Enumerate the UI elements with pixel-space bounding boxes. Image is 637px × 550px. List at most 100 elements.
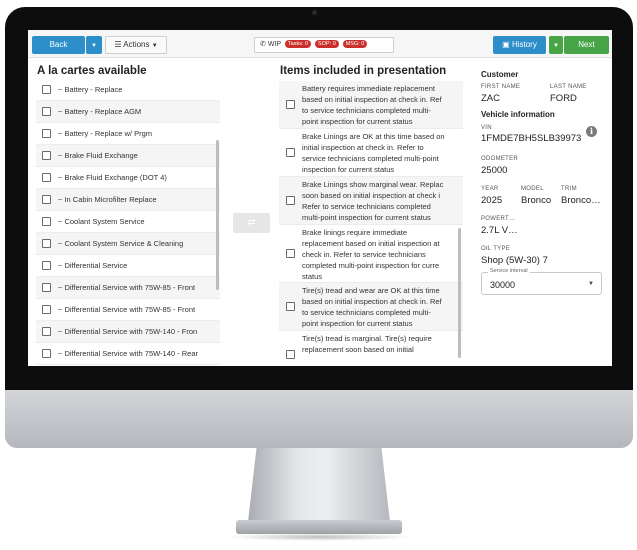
item-text-line: status — [302, 272, 323, 281]
back-dropdown-button[interactable]: ▼ — [86, 36, 102, 54]
next-button[interactable]: Next — [564, 36, 609, 54]
monitor-chin — [5, 390, 633, 448]
item-text-line: to service technicians completed multi- — [302, 106, 431, 115]
item-text-line: replacement based on initial inspection … — [302, 239, 440, 248]
monitor-stand-neck — [248, 448, 390, 522]
list-item[interactable]: ~ Battery - Replace — [36, 79, 220, 101]
back-button[interactable]: Back — [32, 36, 85, 54]
item-text-line: check in. Refer to service technicians — [302, 250, 426, 259]
list-item-label: ~ Battery - Replace AGM — [58, 107, 142, 116]
service-interval-label: Service interval — [488, 268, 530, 274]
alacarte-scrollbar[interactable] — [216, 140, 219, 290]
item-text-line: initial inspection at check in. Refer to — [302, 143, 424, 152]
model-value: Bronco — [521, 195, 552, 206]
camera-dot — [312, 10, 317, 15]
actions-button[interactable]: ☰ Actions ▼ — [105, 36, 167, 54]
checkbox[interactable] — [286, 100, 295, 109]
item-text-line: point inspection for current status — [302, 117, 413, 126]
list-item[interactable]: ~ Differential Service — [36, 255, 220, 277]
checkbox[interactable] — [42, 239, 51, 248]
phone-icon: ✆ — [260, 41, 266, 48]
odometer-label: ODOMETER — [481, 156, 519, 162]
item-text-line: Tire(s) tread is marginal. Tire(s) requi… — [302, 334, 432, 343]
alacarte-list[interactable]: ~ Battery - Replace ~ Battery - Replace … — [36, 79, 220, 366]
item-text-line: Brake Linings are OK at this time based … — [302, 132, 445, 141]
checkbox[interactable] — [42, 107, 51, 116]
info-icon[interactable]: i — [586, 126, 597, 137]
list-item[interactable]: ~ Differential Service with 75W-140 - Fr… — [36, 321, 220, 343]
list-item[interactable]: ~ In Cabin Microfilter Replace — [36, 189, 220, 211]
list-item[interactable]: Brake Linings are OK at this time based … — [279, 129, 463, 177]
list-item[interactable]: Tire(s) tread is marginal. Tire(s) requi… — [279, 331, 463, 366]
checkbox[interactable] — [42, 261, 51, 270]
presentation-scrollbar[interactable] — [458, 228, 461, 358]
list-item[interactable]: ~ Differential Service with 75W-140 - Re… — [36, 343, 220, 365]
checkbox[interactable] — [286, 302, 295, 311]
chevron-down-icon: ▼ — [151, 43, 158, 49]
alacarte-title: A la cartes available — [37, 65, 147, 77]
item-text-line: inspection for current status — [302, 165, 395, 174]
checkbox[interactable] — [42, 217, 51, 226]
list-item[interactable]: Brake linings require immediate replacem… — [279, 225, 463, 283]
checkbox[interactable] — [286, 196, 295, 205]
checkbox[interactable] — [42, 173, 51, 182]
item-text-line: service technicians completed multi-poin… — [302, 154, 439, 163]
list-item[interactable]: Battery requires immediate replacement b… — [279, 81, 463, 129]
checkbox[interactable] — [286, 249, 295, 258]
checkbox[interactable] — [42, 85, 51, 94]
item-text-line: multi-point inspection for current statu… — [302, 213, 431, 222]
item-text-line: to service technicians completed multi- — [302, 308, 431, 317]
powertrain-value: 2.7L V… — [481, 225, 518, 236]
transfer-arrows-icon: ⇄ — [247, 217, 256, 228]
checkbox[interactable] — [42, 349, 51, 358]
checkbox[interactable] — [286, 148, 295, 157]
wip-indicator[interactable]: ✆ WIP Tasks: 0 SOP: 0 MSG: 0 — [254, 37, 394, 53]
list-item-label: ~ Differential Service with 75W-140 - Fr… — [58, 327, 198, 336]
checkbox[interactable] — [42, 195, 51, 204]
first-name-value: ZAC — [481, 93, 500, 104]
year-label: YEAR — [481, 186, 499, 192]
list-item-label: ~ Battery - Replace w/ Prgm — [58, 129, 152, 138]
next-dropdown-button[interactable]: ▼ — [549, 36, 563, 54]
history-label: History — [511, 40, 537, 49]
oil-type-label: OIL TYPE — [481, 246, 511, 252]
checkbox[interactable] — [286, 350, 295, 359]
item-text-line: replacement soon based on initial — [302, 345, 414, 354]
checkbox[interactable] — [42, 283, 51, 292]
history-button[interactable]: ▣ History — [493, 36, 546, 54]
list-item[interactable]: ~ Differential Service with 75W-85 - Fro… — [36, 299, 220, 321]
service-interval-select[interactable]: Service interval 30000 ▼ — [481, 268, 602, 295]
list-item-label: ~ Brake Fluid Exchange — [58, 151, 138, 160]
chevron-down-icon: ▼ — [91, 43, 97, 49]
list-item[interactable]: ~ Brake Fluid Exchange (DOT 4) — [36, 167, 220, 189]
list-item[interactable]: ~ Battery - Replace w/ Prgm — [36, 123, 220, 145]
list-item[interactable]: ~ Differential Service with 75W-85 - Fro… — [36, 277, 220, 299]
list-item[interactable]: ~ Brake Fluid Exchange — [36, 145, 220, 167]
model-label: MODEL — [521, 186, 544, 192]
checkbox[interactable] — [42, 305, 51, 314]
first-name-label: FIRST NAME — [481, 84, 521, 90]
odometer-value: 25000 — [481, 165, 508, 176]
list-item[interactable]: Brake Linings show marginal wear. Replac… — [279, 177, 463, 225]
chevron-down-icon: ▼ — [553, 43, 559, 49]
stand-shadow — [226, 533, 412, 541]
list-item[interactable]: Tire(s) tread and wear are OK at this ti… — [279, 283, 463, 331]
history-icon: ▣ — [502, 40, 510, 49]
transfer-button[interactable]: ⇄ — [233, 213, 270, 233]
list-item[interactable]: ~ Coolant System Service — [36, 211, 220, 233]
presentation-title: Items included in presentation — [280, 65, 447, 77]
list-item-label: ~ Differential Service with 75W-85 - Fro… — [58, 305, 196, 314]
checkbox[interactable] — [42, 129, 51, 138]
checkbox[interactable] — [42, 327, 51, 336]
app-screen: Back ▼ ☰ Actions ▼ ✆ WIP Tasks: 0 SOP: 0… — [28, 30, 612, 366]
list-item-label: ~ In Cabin Microfilter Replace — [58, 195, 157, 204]
toolbar: Back ▼ ☰ Actions ▼ ✆ WIP Tasks: 0 SOP: 0… — [28, 30, 612, 58]
checkbox[interactable] — [42, 151, 51, 160]
list-item-label: ~ Differential Service with 75W-140 - Re… — [58, 349, 198, 358]
last-name-label: LAST NAME — [550, 84, 587, 90]
item-text-line: Refer to service technicians completed — [302, 202, 431, 211]
next-label: Next — [578, 40, 595, 49]
list-item[interactable]: ~ Battery - Replace AGM — [36, 101, 220, 123]
list-item[interactable]: ~ Coolant System Service & Cleaning — [36, 233, 220, 255]
presentation-list[interactable]: Battery requires immediate replacement b… — [279, 81, 463, 366]
